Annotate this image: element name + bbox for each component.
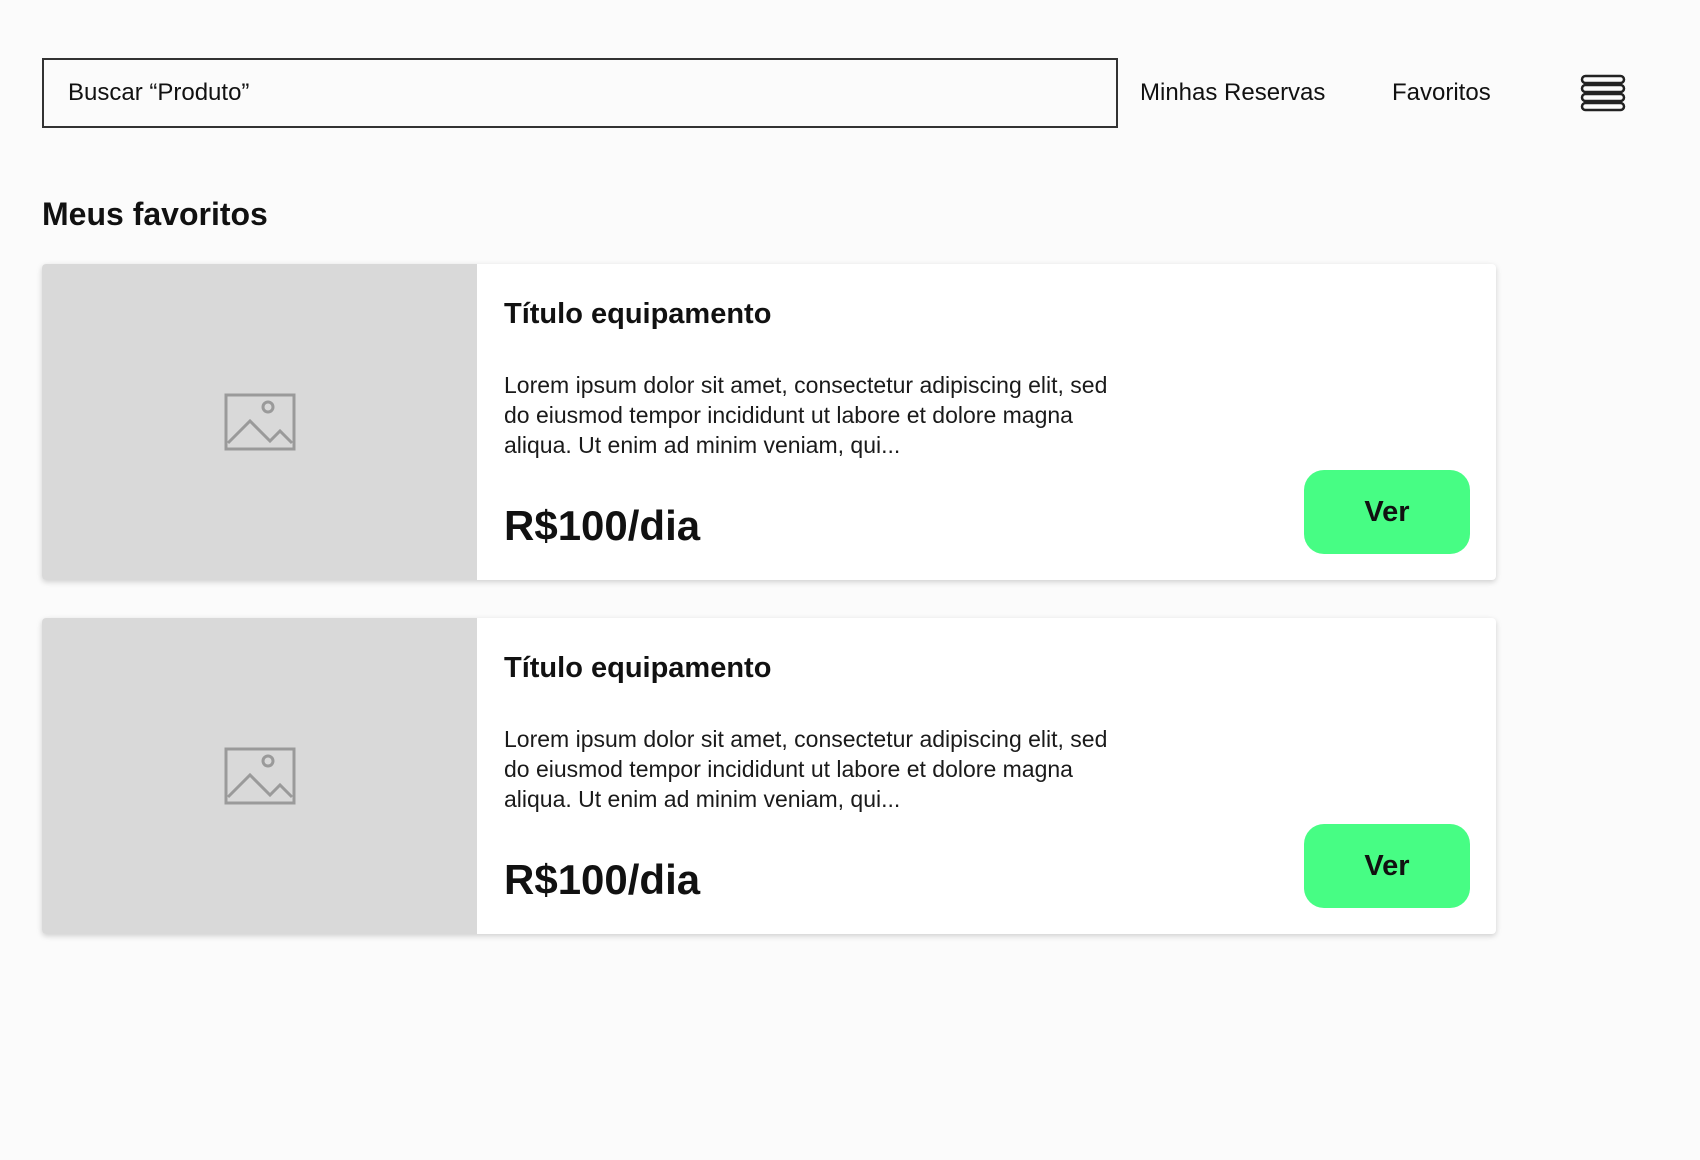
card-description: Lorem ipsum dolor sit amet, consectetur … xyxy=(504,726,1108,812)
card-price: R$100/dia xyxy=(504,856,701,903)
favorite-card: Título equipamento Lorem ipsum dolor sit… xyxy=(42,264,1496,580)
card-image-placeholder xyxy=(42,264,477,580)
card-image-placeholder xyxy=(42,618,477,934)
nav-link-minhas-reservas[interactable]: Minhas Reservas xyxy=(1140,58,1325,128)
card-title: Título equipamento xyxy=(504,298,772,330)
card-title: Título equipamento xyxy=(504,652,772,684)
page: Buscar “Produto” Minhas Reservas Favorit… xyxy=(0,0,1700,1160)
image-placeholder-icon xyxy=(224,747,295,805)
favorite-card: Título equipamento Lorem ipsum dolor sit… xyxy=(42,618,1496,934)
ver-button[interactable]: Ver xyxy=(1304,824,1470,908)
search-input[interactable]: Buscar “Produto” xyxy=(42,58,1118,128)
card-description: Lorem ipsum dolor sit amet, consectetur … xyxy=(504,372,1108,458)
nav-link-favoritos[interactable]: Favoritos xyxy=(1392,58,1491,128)
header: Buscar “Produto” Minhas Reservas Favorit… xyxy=(42,58,1642,128)
hamburger-menu-icon[interactable] xyxy=(1580,74,1626,112)
ver-button[interactable]: Ver xyxy=(1304,470,1470,554)
section-title: Meus favoritos xyxy=(42,196,268,232)
search-input-value: Buscar “Produto” xyxy=(68,79,250,106)
image-placeholder-icon xyxy=(224,393,295,451)
card-price: R$100/dia xyxy=(504,502,701,549)
